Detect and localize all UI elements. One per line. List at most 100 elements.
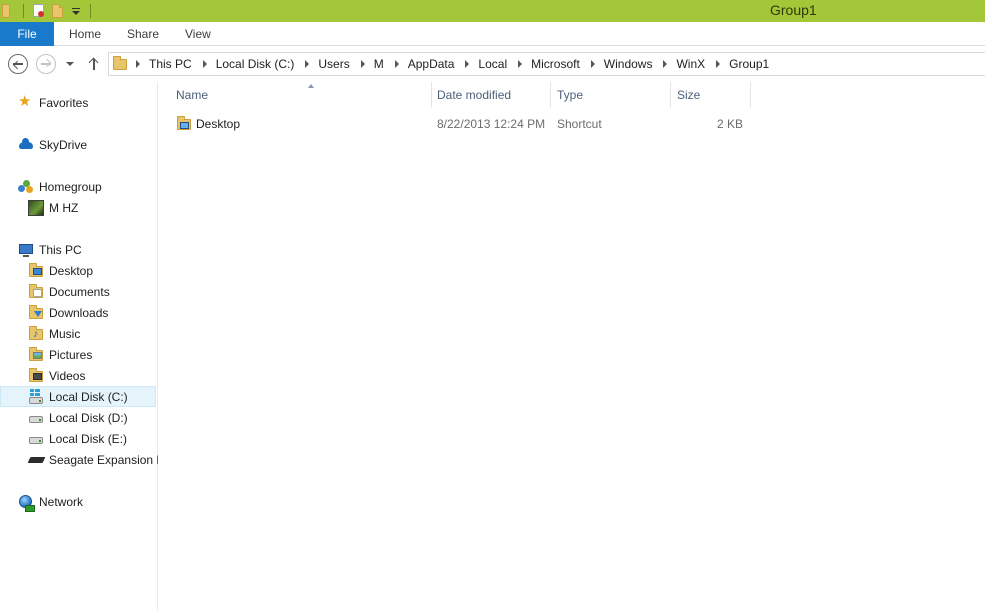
nav-skydrive[interactable]: SkyDrive [18,134,87,155]
nav-label: Pictures [49,347,93,362]
tab-file[interactable]: File [0,22,54,46]
column-header-size[interactable]: Size [671,82,751,108]
navigation-pane: ★ Favorites SkyDrive Homegroup M HZ This… [0,82,158,610]
toolbar-separator [90,4,91,18]
breadcrumb-windows[interactable]: Windows [604,57,653,71]
tab-share[interactable]: Share [127,22,159,46]
column-label: Size [677,88,701,102]
file-size: 2 KB [716,117,743,131]
toolbar-separator [23,4,24,18]
nav-label: M HZ [49,200,79,215]
folder-shortcut-icon [176,116,192,132]
breadcrumb-separator-icon[interactable] [394,60,399,68]
column-header-name[interactable]: Name [170,82,432,108]
file-name: Desktop [196,117,241,131]
folder-icon [112,56,128,72]
file-type: Shortcut [557,117,602,131]
column-label: Name [176,88,209,102]
forward-button[interactable] [35,53,57,75]
quick-access-toolbar [0,0,96,22]
nav-label: Videos [49,368,86,383]
desktop-folder-icon [28,262,44,279]
tab-home[interactable]: Home [69,22,101,46]
breadcrumb-separator-icon[interactable] [518,60,523,68]
breadcrumb-separator-icon[interactable] [136,60,140,68]
folder-icon[interactable] [2,3,18,19]
table-row[interactable]: Desktop 8/22/2013 12:24 PM Shortcut 2 KB [173,113,753,135]
nav-local-disk-c[interactable]: Local Disk (C:) [0,386,156,407]
nav-seagate-expansion[interactable]: Seagate Expansion D [28,449,158,470]
breadcrumb-separator-icon[interactable] [465,60,470,68]
breadcrumb-m[interactable]: M [374,57,384,71]
window-title: Group1 [770,2,817,18]
music-folder-icon: ♪ [28,325,44,342]
nav-local-disk-e[interactable]: Local Disk (E:) [28,428,127,449]
system-drive-icon [28,388,44,405]
nav-label: SkyDrive [39,137,88,152]
breadcrumb-separator-icon[interactable] [202,60,207,68]
network-icon [18,494,35,512]
properties-icon[interactable] [31,3,47,19]
breadcrumb-separator-icon[interactable] [663,60,668,68]
title-bar: Group1 [0,0,985,22]
chevron-down-icon [66,62,74,66]
breadcrumb-separator-icon[interactable] [360,60,365,68]
nav-label: Local Disk (C:) [49,389,128,404]
videos-folder-icon [28,367,44,384]
back-arrow-icon [8,54,28,74]
nav-homegroup[interactable]: Homegroup [18,176,102,197]
file-list: Name Date modified Type Size Desktop 8/2… [159,82,985,610]
breadcrumb-winx[interactable]: WinX [676,57,705,71]
new-folder-icon[interactable] [49,3,65,19]
customize-toolbar-icon[interactable] [71,3,81,19]
drive-icon [28,410,44,426]
nav-pictures[interactable]: Pictures [28,344,92,365]
nav-label: Favorites [39,95,89,110]
file-name-cell[interactable]: Desktop [176,113,240,135]
back-button[interactable] [7,53,29,75]
nav-this-pc[interactable]: This PC [18,239,82,260]
nav-label: Local Disk (D:) [49,410,128,425]
breadcrumb-separator-icon[interactable] [590,60,595,68]
nav-downloads[interactable]: Downloads [28,302,108,323]
nav-network[interactable]: Network [18,491,83,512]
column-header-date-modified[interactable]: Date modified [431,82,551,108]
nav-documents[interactable]: Documents [28,281,110,302]
external-drive-icon [28,452,46,468]
nav-videos[interactable]: Videos [28,365,85,386]
nav-music[interactable]: ♪ Music [28,323,80,344]
computer-icon [18,242,34,258]
nav-homegroup-user[interactable]: M HZ [28,197,78,218]
sort-ascending-icon [308,84,314,88]
up-button[interactable] [83,53,105,75]
nav-label: Local Disk (E:) [49,431,128,446]
breadcrumb-group1[interactable]: Group1 [729,57,769,71]
breadcrumb-local-disk-c[interactable]: Local Disk (C:) [216,57,295,71]
breadcrumb-users[interactable]: Users [318,57,349,71]
nav-label: Downloads [49,305,109,320]
breadcrumb-appdata[interactable]: AppData [408,57,455,71]
address-bar[interactable]: This PC Local Disk (C:) Users M AppData … [108,52,985,76]
tab-view[interactable]: View [185,22,211,46]
nav-label: Desktop [49,263,94,278]
ribbon: File Home Share View [0,22,985,46]
recent-locations-button[interactable] [60,53,80,75]
nav-label: Music [49,326,81,341]
column-label: Type [557,88,584,102]
breadcrumb-local[interactable]: Local [478,57,507,71]
forward-arrow-icon [36,54,56,74]
nav-label: Documents [49,284,110,299]
nav-desktop[interactable]: Desktop [28,260,93,281]
nav-local-disk-d[interactable]: Local Disk (D:) [28,407,128,428]
avatar [28,199,44,216]
up-arrow-icon [88,57,100,71]
nav-favorites[interactable]: ★ Favorites [18,92,88,113]
breadcrumb-separator-icon[interactable] [716,60,721,68]
breadcrumb-separator-icon[interactable] [305,60,310,68]
column-header-type[interactable]: Type [551,82,671,108]
breadcrumb-microsoft[interactable]: Microsoft [531,57,580,71]
downloads-folder-icon [28,304,44,321]
homegroup-icon [18,179,34,195]
nav-label: Seagate Expansion D [49,452,158,467]
breadcrumb-this-pc[interactable]: This PC [149,57,192,71]
